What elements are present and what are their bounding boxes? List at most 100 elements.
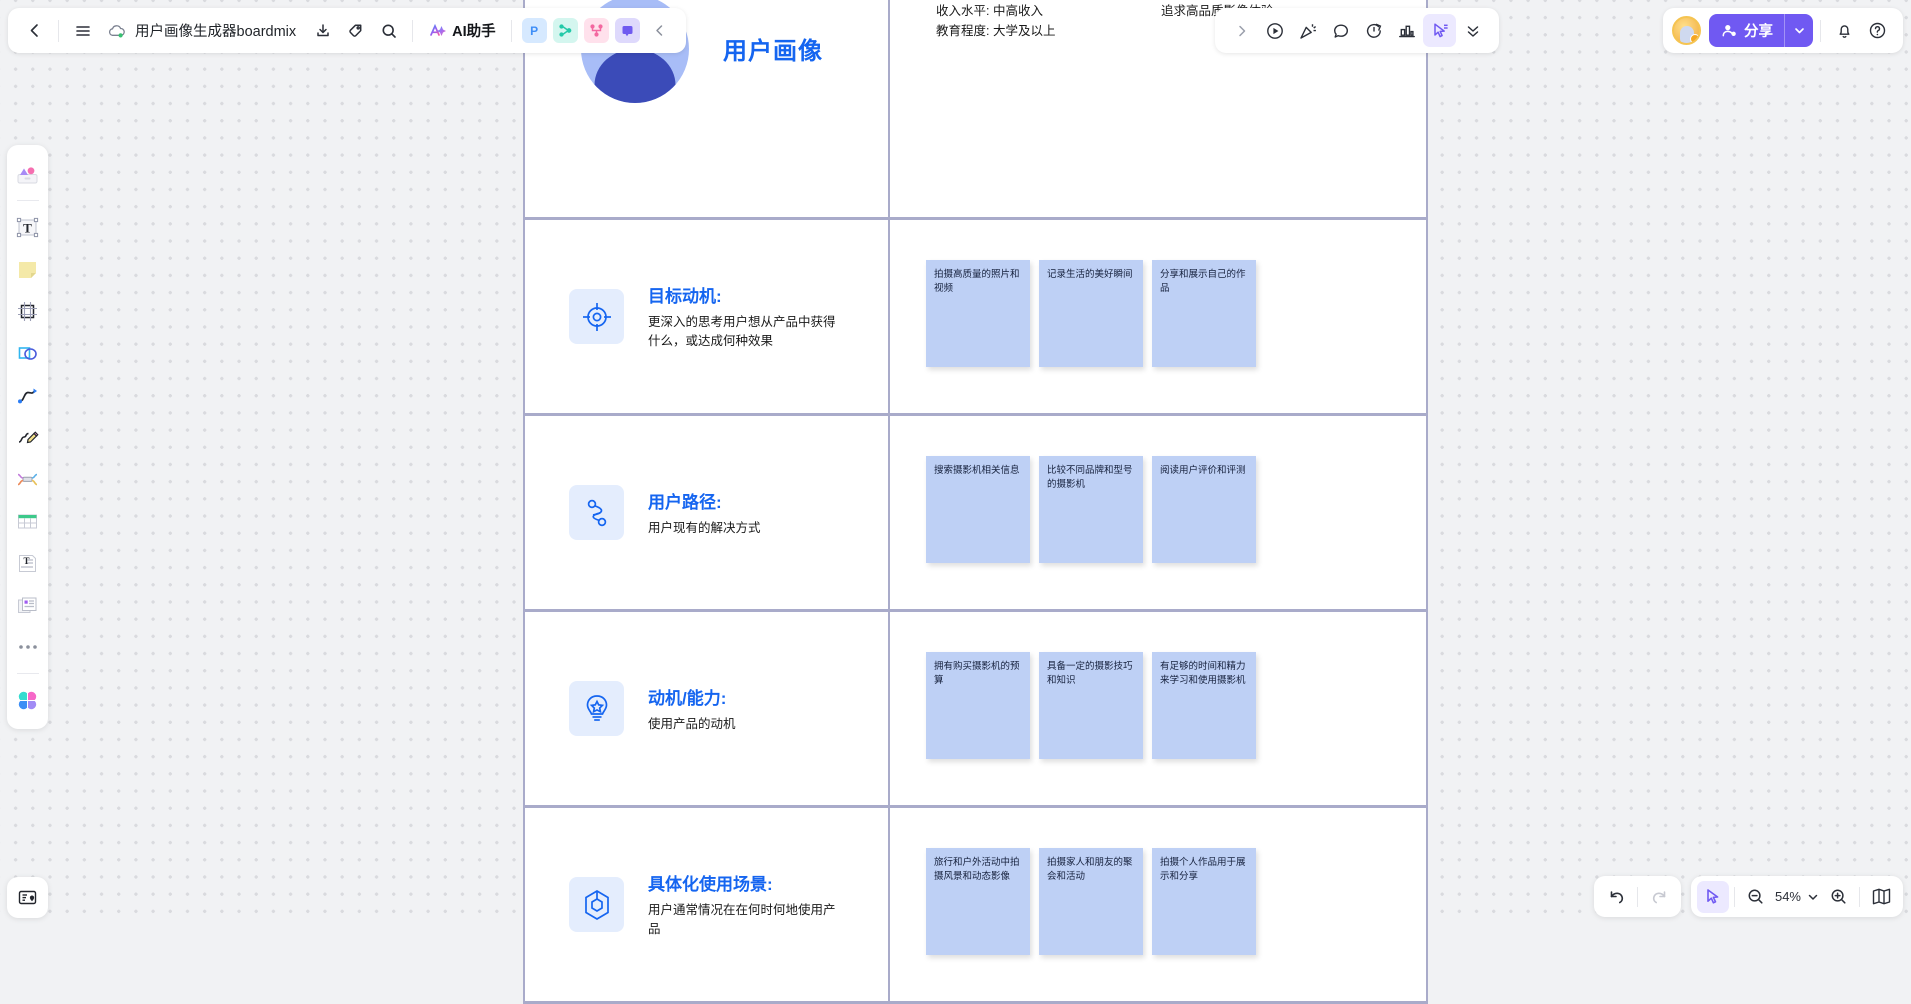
frame-tool-icon xyxy=(15,299,40,324)
sticky-note[interactable]: 阅读用户评价和评测 xyxy=(1152,456,1256,563)
sticky-note[interactable]: 拍摄个人作品用于展示和分享 xyxy=(1152,848,1256,955)
undo-arrow-icon[interactable] xyxy=(1600,881,1632,913)
sidebar-item-table[interactable] xyxy=(11,504,45,538)
info-line: 收入水平: 中高收入 xyxy=(936,1,1161,21)
notes-cell: 搜索摄影机相关信息 比较不同品牌和型号的摄影机 阅读用户评价和评测 xyxy=(890,416,1426,609)
share-label: 分享 xyxy=(1744,20,1773,41)
top-toolbar[interactable]: 用户画像生成器boardmix AI助手 P xyxy=(8,8,686,53)
sidebar-item-mindmap[interactable] xyxy=(11,462,45,496)
zoom-out-icon[interactable] xyxy=(1740,881,1772,913)
curve-connector-icon xyxy=(15,383,40,408)
presentation-toolbar[interactable] xyxy=(1215,8,1499,53)
timer-icon[interactable] xyxy=(1357,14,1390,47)
sticky-note[interactable]: 比较不同品牌和型号的摄影机 xyxy=(1039,456,1143,563)
persona-title: 用户画像 xyxy=(723,31,823,66)
info-line: 教育程度: 大学及以上 xyxy=(936,21,1161,41)
sticky-note-icon xyxy=(15,257,40,282)
ai-sparkle-icon xyxy=(428,21,447,40)
zoom-dropdown-chevron-down-icon[interactable] xyxy=(1804,881,1822,913)
sticky-note[interactable]: 分享和展示自己的作品 xyxy=(1152,260,1256,367)
share-dropdown-chevron-down-icon[interactable] xyxy=(1784,14,1813,47)
persona-board[interactable]: 用户画像 用户个人信息: 年龄: 25-35岁 性别: 男性为主 收入水平: 中… xyxy=(523,0,1428,1004)
table-tool-icon xyxy=(15,509,40,534)
minimap-book-icon[interactable] xyxy=(1865,881,1897,913)
user-avatar[interactable] xyxy=(1672,16,1701,45)
board-row-scenarios: 具体化使用场景: 用户通常情况在在何时何地使用产品 旅行和户外活动中拍摄风景和动… xyxy=(525,808,1426,1004)
select-pointer-icon[interactable] xyxy=(1697,881,1729,913)
app-flowchart-icon[interactable] xyxy=(584,18,609,43)
sticky-note[interactable]: 拥有购买摄影机的预算 xyxy=(926,652,1030,759)
sticky-note[interactable]: 拍摄高质量的照片和视频 xyxy=(926,260,1030,367)
sticky-note[interactable]: 旅行和户外活动中拍摄风景和动态影像 xyxy=(926,848,1030,955)
sticky-note[interactable]: 有足够的时间和精力来学习和使用摄影机 xyxy=(1152,652,1256,759)
bulb-icon xyxy=(569,681,624,736)
section-desc: 使用产品的动机 xyxy=(648,715,843,734)
sidebar-item-templates[interactable] xyxy=(11,157,45,191)
locate-card-button[interactable] xyxy=(7,877,48,918)
sticky-note[interactable]: 搜索摄影机相关信息 xyxy=(926,456,1030,563)
share-button[interactable]: 分享 xyxy=(1709,14,1813,47)
section-title: 具体化使用场景: xyxy=(648,870,843,895)
back-arrow-icon[interactable] xyxy=(18,14,51,47)
app-comment-icon[interactable] xyxy=(615,18,640,43)
app-presentation-icon[interactable]: P xyxy=(522,18,547,43)
sidebar-item-shape[interactable] xyxy=(11,336,45,370)
zoom-level-value[interactable]: 54% xyxy=(1775,889,1801,904)
help-circle-icon[interactable] xyxy=(1861,14,1894,47)
sidebar-item-card[interactable] xyxy=(11,588,45,622)
template-gallery-icon xyxy=(15,162,40,187)
svg-text:T: T xyxy=(24,556,30,566)
collapse-apps-chevron-left-icon[interactable] xyxy=(643,14,676,47)
zoom-toolbar[interactable]: 54% xyxy=(1691,876,1903,917)
expand-chevron-right-icon[interactable] xyxy=(1225,14,1258,47)
sticky-note[interactable]: 具备一定的摄影技巧和知识 xyxy=(1039,652,1143,759)
sidebar-item-doc[interactable]: T xyxy=(11,546,45,580)
sticky-note[interactable]: 拍摄家人和朋友的聚会和活动 xyxy=(1039,848,1143,955)
ai-assistant-label: AI助手 xyxy=(452,20,496,41)
celebrate-icon[interactable] xyxy=(1291,14,1324,47)
sidebar-item-frame[interactable] xyxy=(11,294,45,328)
pointer-cursor-icon[interactable] xyxy=(1423,14,1456,47)
section-title: 目标动机: xyxy=(648,282,843,307)
sidebar-item-colors[interactable] xyxy=(11,683,45,717)
section-desc: 更深入的思考用户想从产品中获得什么，或达成何种效果 xyxy=(648,313,843,351)
ai-assistant-button[interactable]: AI助手 xyxy=(420,14,504,47)
cloud-sync-icon xyxy=(107,23,126,39)
shapes-tool-icon xyxy=(15,341,40,366)
section-header-cell: 动机/能力: 使用产品的动机 xyxy=(525,612,890,805)
zoom-in-icon[interactable] xyxy=(1822,881,1854,913)
tools-sidebar[interactable]: T xyxy=(7,145,48,729)
hamburger-menu-icon[interactable] xyxy=(66,14,99,47)
card-tool-icon xyxy=(15,593,40,618)
chart-vote-icon[interactable] xyxy=(1390,14,1423,47)
target-icon xyxy=(569,289,624,344)
app-mindmap-icon[interactable] xyxy=(553,18,578,43)
comment-bubble-icon[interactable] xyxy=(1324,14,1357,47)
section-header-cell: 目标动机: 更深入的思考用户想从产品中获得什么，或达成何种效果 xyxy=(525,220,890,413)
sidebar-item-connector[interactable] xyxy=(11,378,45,412)
notification-bell-icon[interactable] xyxy=(1828,14,1861,47)
section-title: 用户路径: xyxy=(648,488,843,513)
sticky-note[interactable]: 记录生活的美好瞬间 xyxy=(1039,260,1143,367)
history-toolbar[interactable] xyxy=(1594,876,1681,917)
download-icon[interactable] xyxy=(306,14,339,47)
search-icon[interactable] xyxy=(372,14,405,47)
present-play-icon[interactable] xyxy=(1258,14,1291,47)
sidebar-item-text[interactable]: T xyxy=(11,210,45,244)
notes-cell: 拥有购买摄影机的预算 具备一定的摄影技巧和知识 有足够的时间和精力来学习和使用摄… xyxy=(890,612,1426,805)
mindmap-tool-icon xyxy=(15,467,40,492)
sidebar-item-more[interactable] xyxy=(11,630,45,664)
section-desc: 用户现有的解决方式 xyxy=(648,519,843,538)
sidebar-item-pen[interactable] xyxy=(11,420,45,454)
chevron-double-down-icon[interactable] xyxy=(1456,14,1489,47)
path-icon xyxy=(569,485,624,540)
board-canvas[interactable]: 用户画像 用户个人信息: 年龄: 25-35岁 性别: 男性为主 收入水平: 中… xyxy=(0,0,1911,925)
section-header-cell: 用户路径: 用户现有的解决方式 xyxy=(525,416,890,609)
redo-arrow-icon[interactable] xyxy=(1643,881,1675,913)
tag-icon[interactable] xyxy=(339,14,372,47)
document-title[interactable]: 用户画像生成器boardmix xyxy=(135,20,296,41)
persona-column-personal-info: 用户个人信息: 年龄: 25-35岁 性别: 男性为主 收入水平: 中高收入 教… xyxy=(936,0,1161,217)
sidebar-item-sticky[interactable] xyxy=(11,252,45,286)
color-palette-icon xyxy=(16,689,39,712)
account-toolbar[interactable]: 分享 xyxy=(1663,8,1903,53)
